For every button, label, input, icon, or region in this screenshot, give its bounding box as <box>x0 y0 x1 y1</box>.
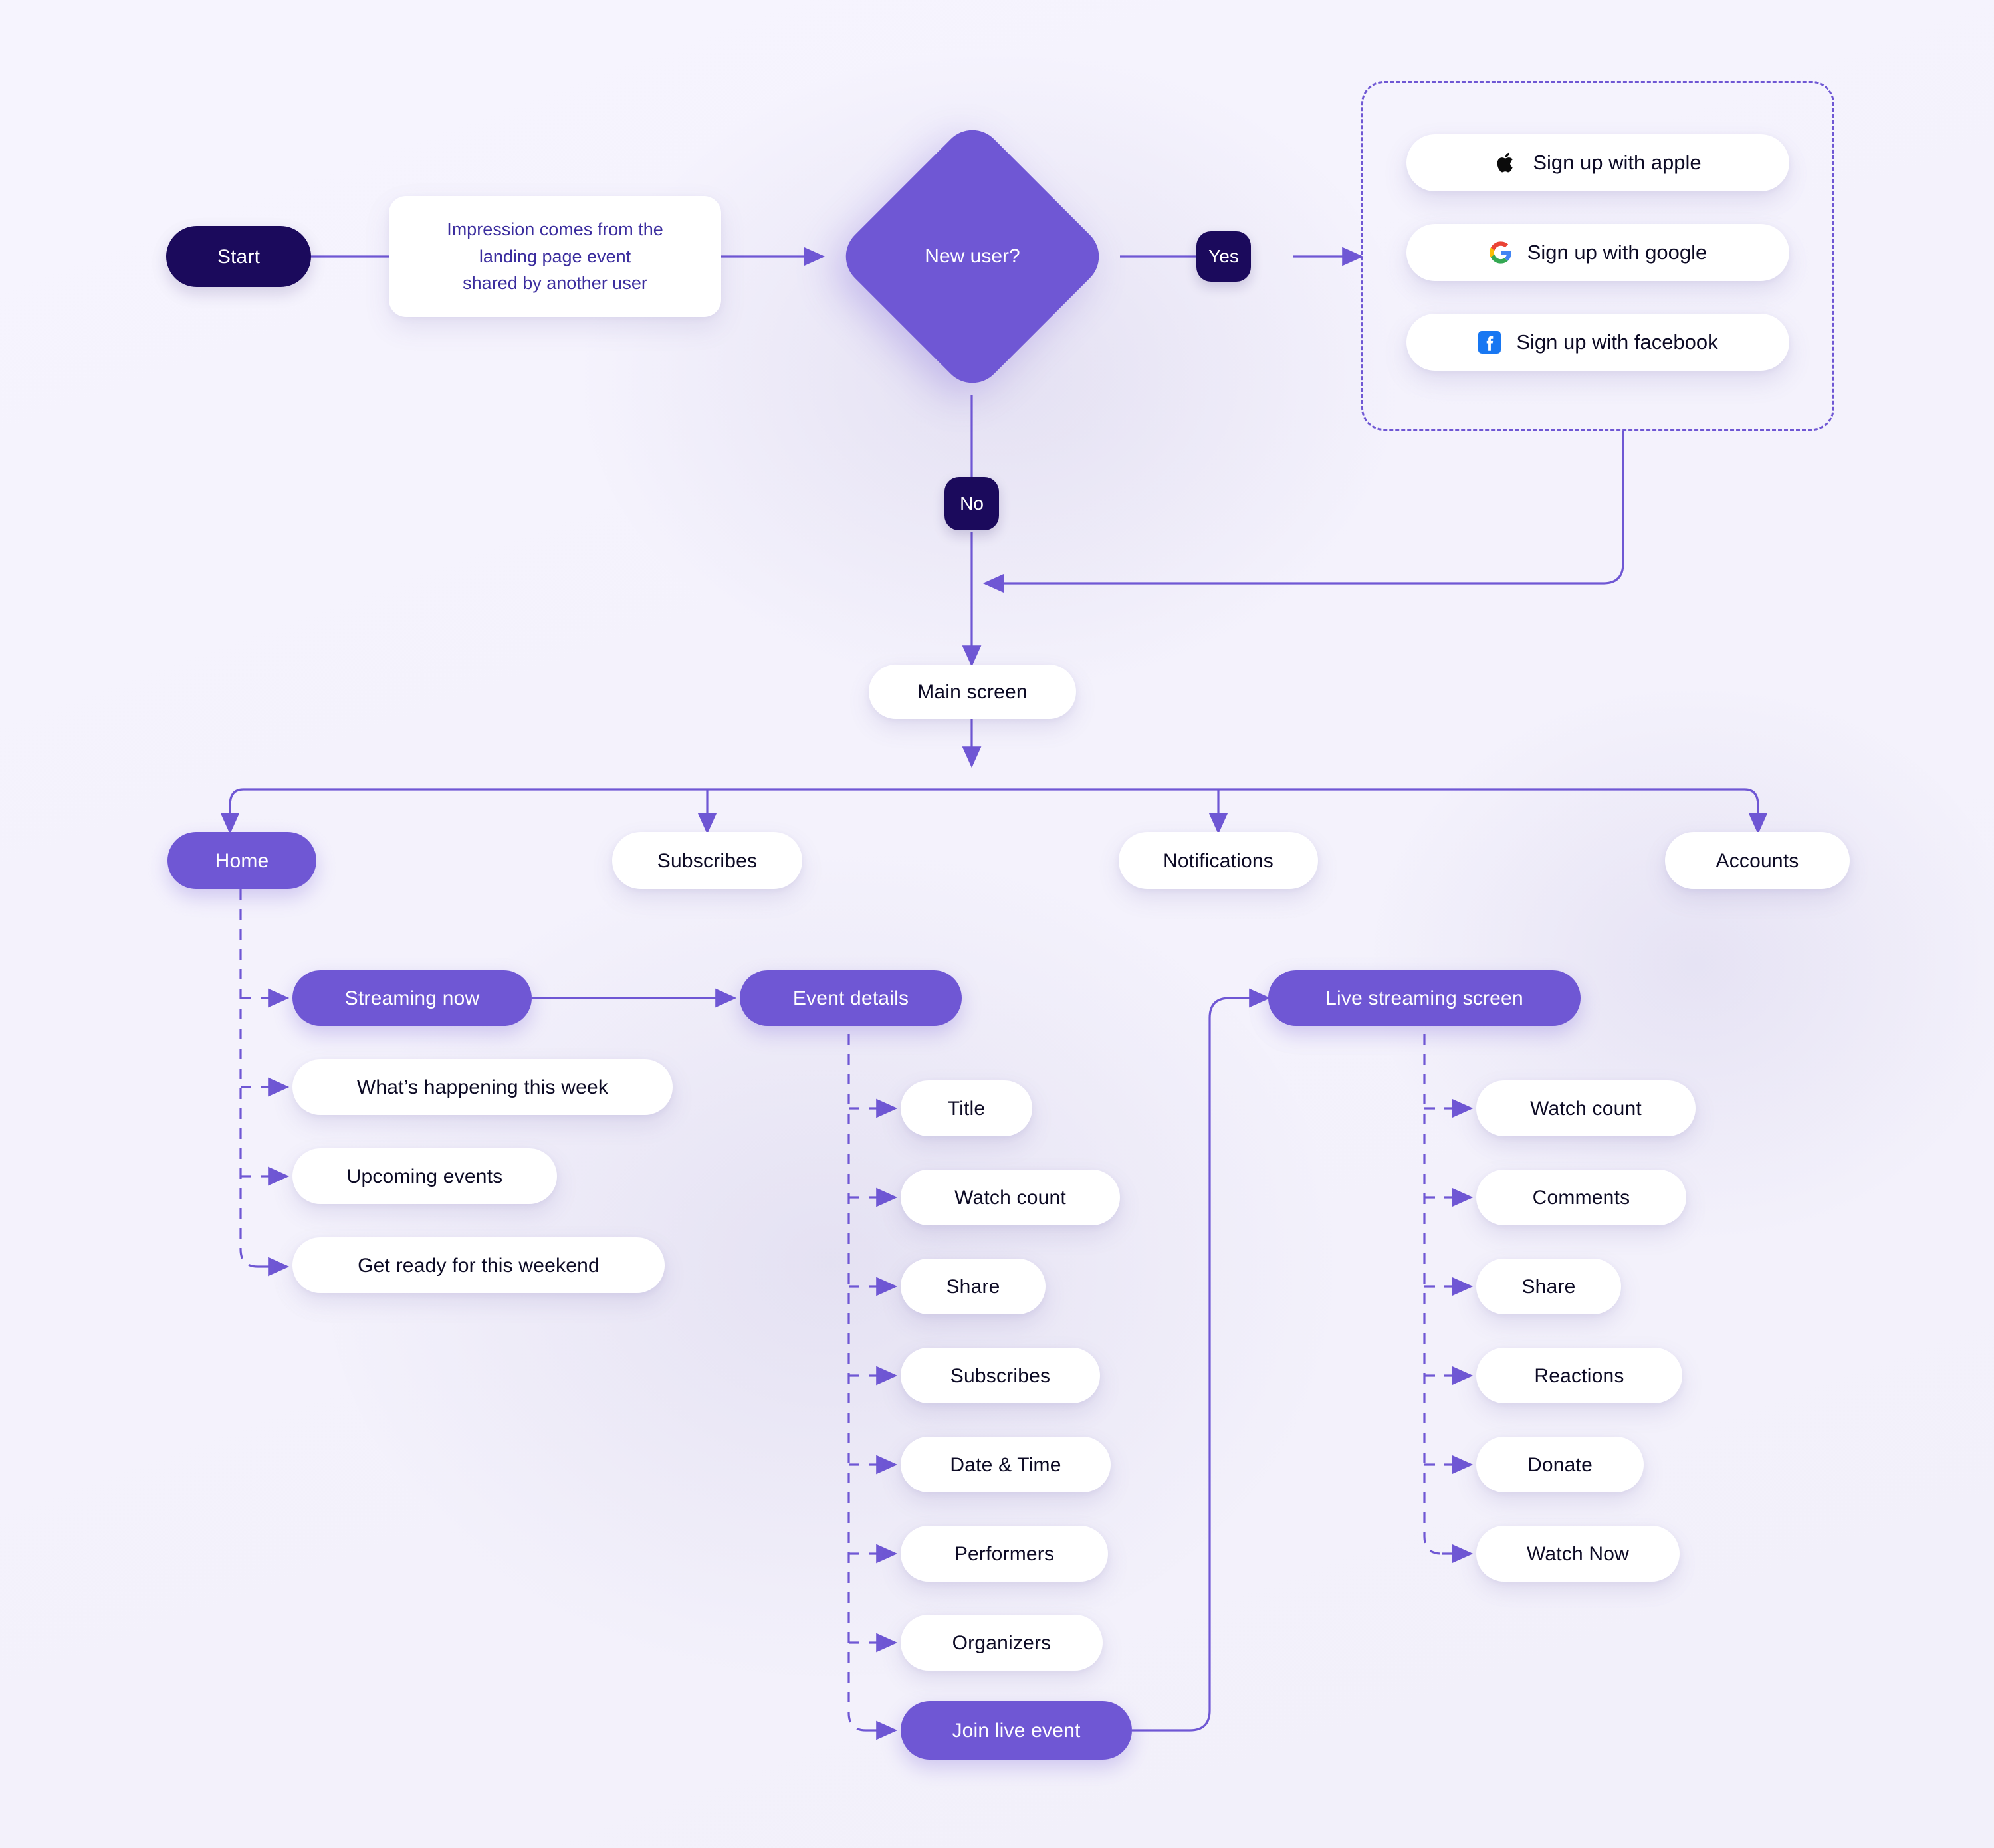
nav-item-subscribes[interactable]: Subscribes <box>612 832 802 889</box>
node-event-details-label: Event details <box>792 987 909 1009</box>
node-event-title[interactable]: Title <box>901 1080 1032 1136</box>
impression-note-line-2: landing page event <box>479 246 631 266</box>
node-event-performers-label: Performers <box>954 1542 1055 1565</box>
node-upcoming-events[interactable]: Upcoming events <box>292 1148 557 1204</box>
signup-button-google[interactable]: Sign up with google <box>1406 224 1789 281</box>
branch-yes-text: Yes <box>1208 245 1239 266</box>
branch-label-yes: Yes <box>1196 231 1251 282</box>
node-join-live-event[interactable]: Join live event <box>901 1701 1132 1760</box>
node-event-subscribes[interactable]: Subscribes <box>901 1348 1100 1403</box>
node-whats-happening-this-week[interactable]: What’s happening this week <box>292 1059 673 1115</box>
node-start-label: Start <box>217 245 261 268</box>
node-impression-note: Impression comes from the landing page e… <box>389 196 721 317</box>
signup-apple-label: Sign up with apple <box>1533 151 1702 174</box>
node-live-watch-count-label: Watch count <box>1530 1097 1642 1120</box>
node-main-screen[interactable]: Main screen <box>869 665 1076 719</box>
flowchart-canvas: Start Impression comes from the landing … <box>0 0 1994 1848</box>
node-decision-new-user[interactable]: New user? <box>833 117 1112 396</box>
node-live-watch-count[interactable]: Watch count <box>1476 1080 1696 1136</box>
signup-button-apple[interactable]: Sign up with apple <box>1406 134 1789 191</box>
signup-facebook-label: Sign up with facebook <box>1516 330 1718 354</box>
nav-item-accounts[interactable]: Accounts <box>1665 832 1850 889</box>
node-event-organizers[interactable]: Organizers <box>901 1615 1103 1671</box>
nav-item-notifications-label: Notifications <box>1163 849 1274 872</box>
impression-note-line-1: Impression comes from the <box>447 219 663 240</box>
node-live-watch-now-label: Watch Now <box>1526 1542 1630 1565</box>
node-join-live-event-label: Join live event <box>952 1719 1081 1742</box>
node-get-ready-for-this-weekend[interactable]: Get ready for this weekend <box>292 1237 665 1293</box>
impression-note-line-3: shared by another user <box>463 273 647 294</box>
node-live-watch-now[interactable]: Watch Now <box>1476 1526 1680 1582</box>
branch-label-no: No <box>944 477 999 530</box>
node-live-reactions-label: Reactions <box>1534 1364 1624 1387</box>
node-live-donate-label: Donate <box>1527 1453 1593 1476</box>
nav-item-home-label: Home <box>215 849 269 872</box>
node-event-title-label: Title <box>947 1097 986 1120</box>
node-live-share-label: Share <box>1521 1275 1576 1298</box>
branch-no-text: No <box>960 492 984 514</box>
google-icon <box>1489 241 1513 264</box>
node-decision-label: New user? <box>925 245 1020 267</box>
node-get-ready-label: Get ready for this weekend <box>358 1254 600 1277</box>
node-event-share[interactable]: Share <box>901 1259 1046 1314</box>
node-live-share[interactable]: Share <box>1476 1259 1621 1314</box>
node-live-streaming-screen-label: Live streaming screen <box>1325 987 1523 1009</box>
signup-button-facebook[interactable]: Sign up with facebook <box>1406 314 1789 371</box>
nav-item-home[interactable]: Home <box>167 832 316 889</box>
signup-google-label: Sign up with google <box>1527 241 1708 264</box>
node-event-details[interactable]: Event details <box>740 970 962 1026</box>
node-streaming-now-label: Streaming now <box>344 987 480 1009</box>
node-event-date-time[interactable]: Date & Time <box>901 1437 1111 1492</box>
node-event-watch-count[interactable]: Watch count <box>901 1170 1120 1225</box>
node-event-subscribes-label: Subscribes <box>950 1364 1051 1387</box>
apple-icon <box>1494 151 1518 175</box>
facebook-icon <box>1478 330 1501 354</box>
node-event-watch-count-label: Watch count <box>954 1186 1066 1209</box>
node-event-date-time-label: Date & Time <box>950 1453 1061 1476</box>
node-live-comments[interactable]: Comments <box>1476 1170 1686 1225</box>
node-live-donate[interactable]: Donate <box>1476 1437 1644 1492</box>
nav-item-notifications[interactable]: Notifications <box>1119 832 1318 889</box>
node-upcoming-events-label: Upcoming events <box>346 1165 503 1187</box>
nav-item-accounts-label: Accounts <box>1716 849 1799 872</box>
node-streaming-now[interactable]: Streaming now <box>292 970 532 1026</box>
node-whats-happening-label: What’s happening this week <box>356 1076 609 1098</box>
node-live-comments-label: Comments <box>1532 1186 1630 1209</box>
nav-item-subscribes-label: Subscribes <box>657 849 758 872</box>
node-start[interactable]: Start <box>166 226 311 287</box>
node-event-organizers-label: Organizers <box>952 1631 1052 1654</box>
node-event-share-label: Share <box>946 1275 1000 1298</box>
node-live-reactions[interactable]: Reactions <box>1476 1348 1682 1403</box>
node-event-performers[interactable]: Performers <box>901 1526 1108 1582</box>
node-main-screen-label: Main screen <box>917 680 1028 703</box>
node-live-streaming-screen[interactable]: Live streaming screen <box>1268 970 1581 1026</box>
